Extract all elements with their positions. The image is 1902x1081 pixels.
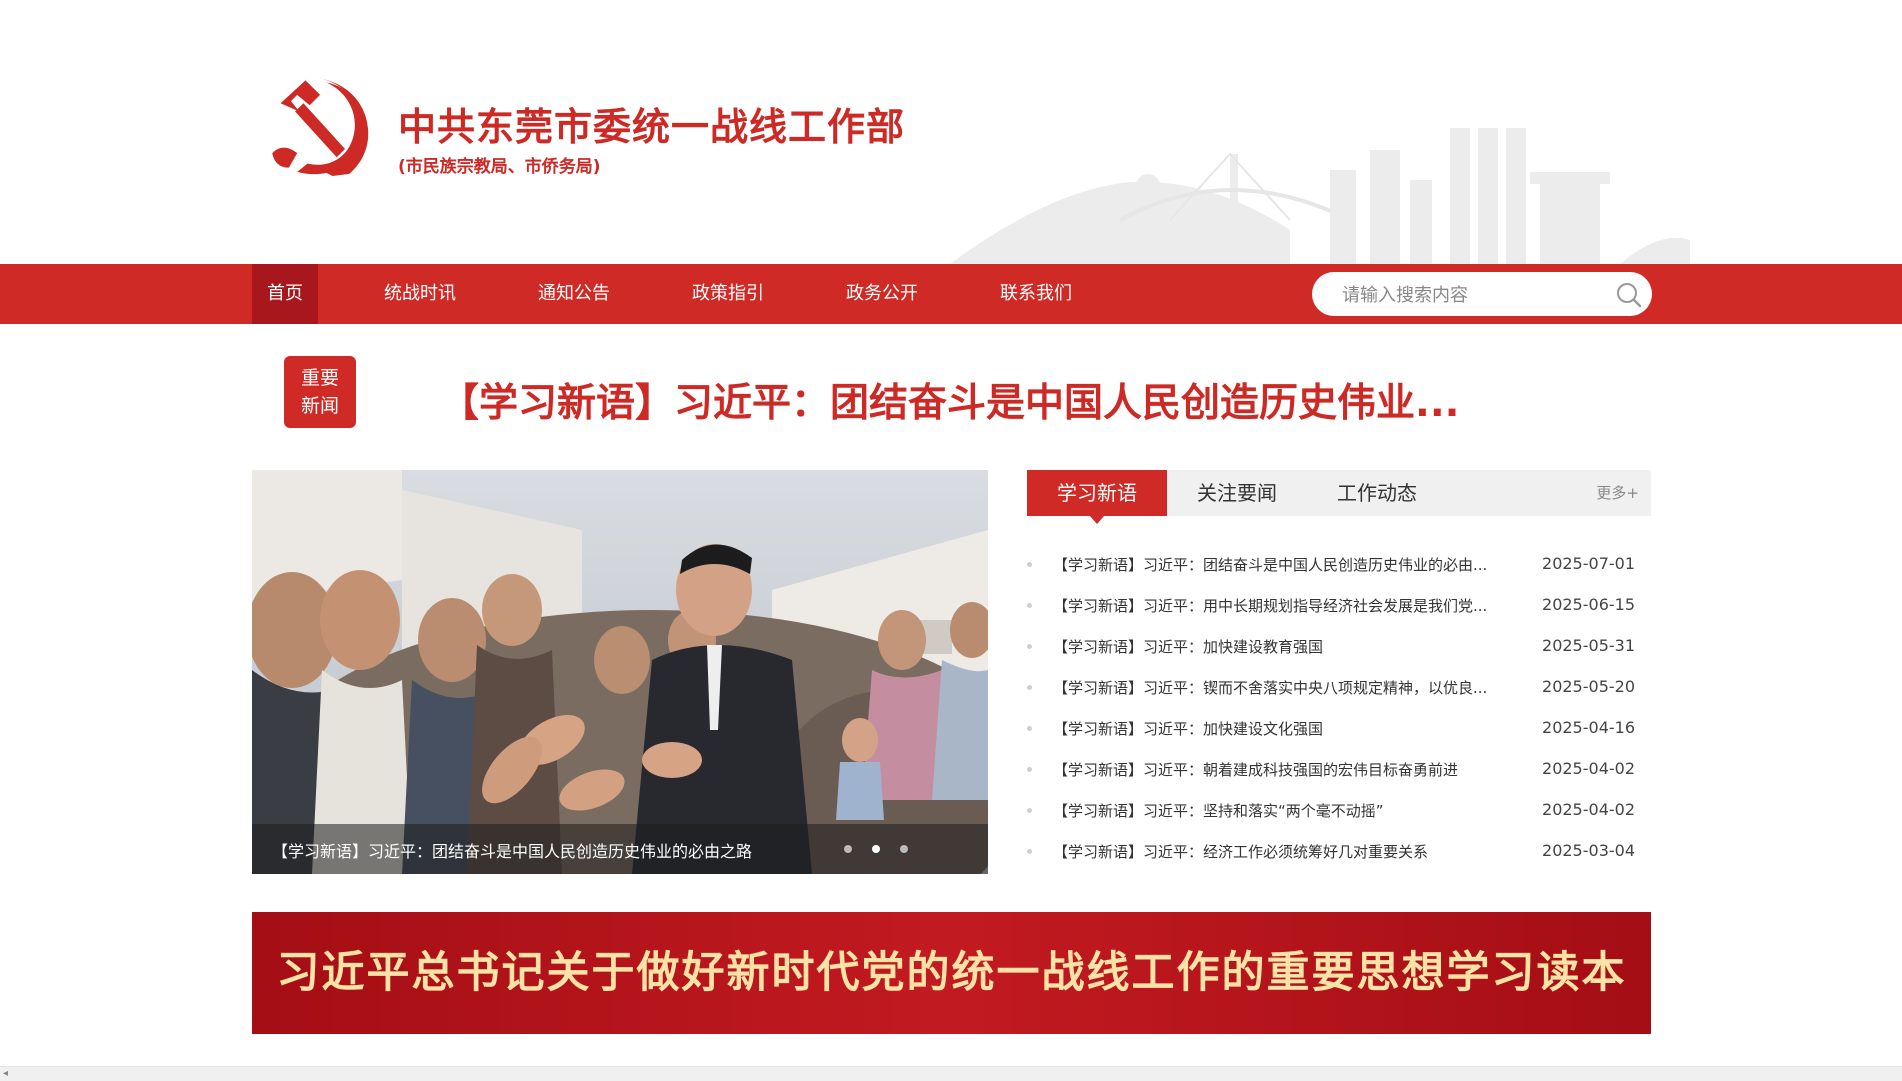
news-tabs: 学习新语 关注要闻 工作动态 更多+: [1027, 470, 1651, 524]
site-header: 中共东莞市委统一战线工作部 (市民族宗教局、市侨务局): [0, 0, 1902, 264]
bullet-icon: [1027, 767, 1032, 772]
study-reader-banner[interactable]: 习近平总书记关于做好新时代党的统一战线工作的重要思想学习读本: [252, 912, 1651, 1034]
news-title[interactable]: 【学习新语】习近平：经济工作必须统筹好几对重要关系: [1053, 841, 1551, 862]
news-date: 2025-03-04: [1542, 841, 1635, 860]
carousel-caption-bar: 【学习新语】习近平：团结奋斗是中国人民创造历史伟业的必由之路: [252, 824, 988, 874]
news-date: 2025-05-31: [1542, 636, 1635, 655]
news-date: 2025-06-15: [1542, 595, 1635, 614]
carousel-dot[interactable]: [844, 845, 852, 853]
bullet-icon: [1027, 603, 1032, 608]
bullet-icon: [1027, 726, 1032, 731]
city-skyline-watermark: [950, 128, 1690, 264]
news-title[interactable]: 【学习新语】习近平：加快建设文化强国: [1053, 718, 1551, 739]
badge-line-2: 新闻: [300, 395, 339, 417]
news-date: 2025-04-16: [1542, 718, 1635, 737]
scroll-left-arrow-icon[interactable]: ◂: [3, 1068, 8, 1080]
news-item[interactable]: 【学习新语】习近平：经济工作必须统筹好几对重要关系 2025-03-04: [1027, 835, 1651, 876]
news-item[interactable]: 【学习新语】习近平：加快建设教育强国 2025-05-31: [1027, 630, 1651, 671]
tab-label: 学习新语: [1057, 481, 1137, 505]
carousel-dot[interactable]: [900, 845, 908, 853]
news-title[interactable]: 【学习新语】习近平：用中长期规划指导经济社会发展是我们党...: [1053, 595, 1551, 616]
carousel-photo[interactable]: [252, 470, 988, 874]
news-item[interactable]: 【学习新语】习近平：坚持和落实“两个毫不动摇” 2025-04-02: [1027, 794, 1651, 835]
headline-link[interactable]: 【学习新语】习近平：团结奋斗是中国人民创造历史伟业...: [440, 372, 1459, 428]
tab-work-updates[interactable]: 工作动态: [1307, 470, 1447, 516]
hammer-sickle-icon: [272, 78, 369, 176]
nav-item-notices[interactable]: 通知公告: [524, 264, 624, 324]
tab-key-news[interactable]: 关注要闻: [1167, 470, 1307, 516]
news-title[interactable]: 【学习新语】习近平：朝着建成科技强国的宏伟目标奋勇前进: [1053, 759, 1551, 780]
news-item[interactable]: 【学习新语】习近平：团结奋斗是中国人民创造历史伟业的必由... 2025-07-…: [1027, 548, 1651, 589]
banner-text: 习近平总书记关于做好新时代党的统一战线工作的重要思想学习读本: [276, 948, 1627, 998]
news-list: 【学习新语】习近平：团结奋斗是中国人民创造历史伟业的必由... 2025-07-…: [1027, 548, 1651, 876]
photo-carousel[interactable]: 【学习新语】习近平：团结奋斗是中国人民创造历史伟业的必由之路: [252, 470, 988, 874]
nav-item-home[interactable]: 首页: [252, 264, 318, 324]
search-box: [1312, 272, 1652, 316]
bullet-icon: [1027, 644, 1032, 649]
news-title[interactable]: 【学习新语】习近平：坚持和落实“两个毫不动摇”: [1053, 800, 1551, 821]
org-title: 中共东莞市委统一战线工作部: [398, 105, 906, 149]
tab-study-new-words[interactable]: 学习新语: [1027, 470, 1167, 524]
badge-line-1: 重要: [300, 367, 339, 389]
tab-active-pointer: [1090, 516, 1104, 524]
nav-item-united-front-news[interactable]: 统战时讯: [370, 264, 470, 324]
news-item[interactable]: 【学习新语】习近平：朝着建成科技强国的宏伟目标奋勇前进 2025-04-02: [1027, 753, 1651, 794]
bullet-icon: [1027, 849, 1032, 854]
news-item[interactable]: 【学习新语】习近平：用中长期规划指导经济社会发展是我们党... 2025-06-…: [1027, 589, 1651, 630]
carousel-caption[interactable]: 【学习新语】习近平：团结奋斗是中国人民创造历史伟业的必由之路: [272, 838, 752, 862]
news-date: 2025-04-02: [1542, 800, 1635, 819]
bullet-icon: [1027, 808, 1032, 813]
org-subtitle: (市民族宗教局、市侨务局): [398, 157, 601, 177]
news-title[interactable]: 【学习新语】习近平：团结奋斗是中国人民创造历史伟业的必由...: [1053, 554, 1551, 575]
news-item[interactable]: 【学习新语】习近平：锲而不舍落实中央八项规定精神，以优良... 2025-05-…: [1027, 671, 1651, 712]
news-date: 2025-05-20: [1542, 677, 1635, 696]
main-nav: 首页 统战时讯 通知公告 政策指引 政务公开 联系我们: [0, 264, 1902, 324]
news-date: 2025-04-02: [1542, 759, 1635, 778]
news-title[interactable]: 【学习新语】习近平：锲而不舍落实中央八项规定精神，以优良...: [1053, 677, 1551, 698]
horizontal-scrollbar[interactable]: ◂: [0, 1066, 1902, 1081]
nav-item-contact-us[interactable]: 联系我们: [986, 264, 1086, 324]
search-input[interactable]: [1340, 280, 1604, 310]
bullet-icon: [1027, 562, 1032, 567]
bullet-icon: [1027, 685, 1032, 690]
search-icon[interactable]: [1616, 282, 1642, 308]
nav-item-gov-affairs[interactable]: 政务公开: [832, 264, 932, 324]
news-date: 2025-07-01: [1542, 554, 1635, 573]
more-link[interactable]: 更多+: [1596, 470, 1639, 516]
news-title[interactable]: 【学习新语】习近平：加快建设教育强国: [1053, 636, 1551, 657]
nav-item-policy-guide[interactable]: 政策指引: [678, 264, 778, 324]
news-item[interactable]: 【学习新语】习近平：加快建设文化强国 2025-04-16: [1027, 712, 1651, 753]
important-news-badge: 重要 新闻: [284, 356, 356, 428]
carousel-dot-active[interactable]: [872, 845, 880, 853]
